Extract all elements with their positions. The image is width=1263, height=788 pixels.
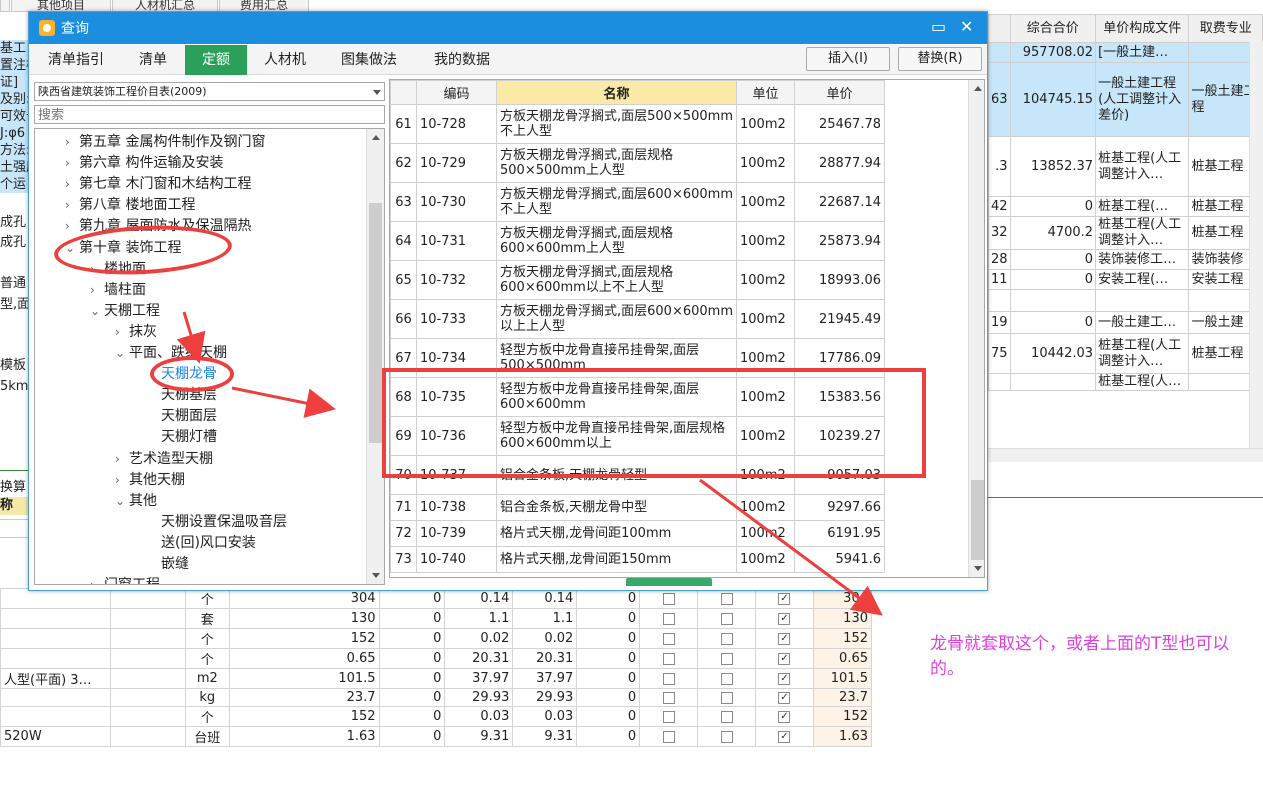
- arrow-to-note: [699, 478, 883, 616]
- annotation-note: 龙骨就套取这个，或者上面的T型也可以的。: [930, 634, 1230, 679]
- arrow-to-table: [231, 386, 336, 418]
- arrow-to-keel: [176, 311, 206, 364]
- screen: { "bg_tabs": ["其他项目", "人材机汇总", "费用汇总"], …: [0, 0, 1263, 788]
